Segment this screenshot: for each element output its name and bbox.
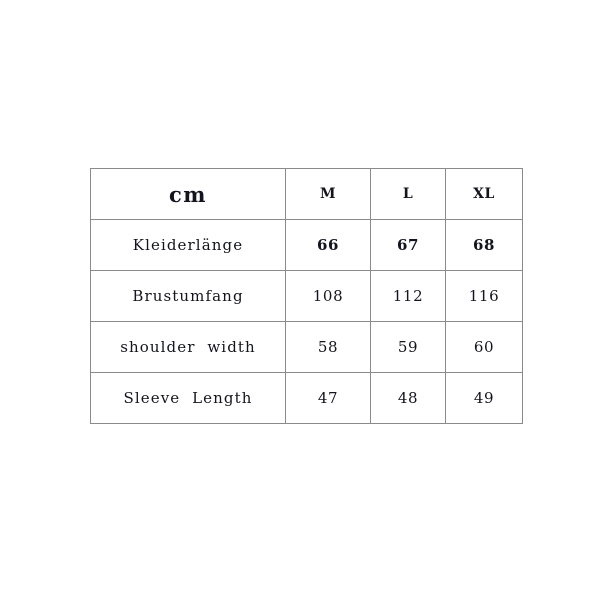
cell-brustumfang-l: 112 <box>370 270 446 322</box>
row-label-shoulder-width: shoulder width <box>90 321 286 373</box>
table-row: Kleiderlänge 66 67 68 <box>90 219 523 271</box>
cell-sleeve-length-xl: 49 <box>445 372 523 424</box>
header-size-xl: XL <box>445 168 523 220</box>
row-label-brustumfang: Brustumfang <box>90 270 286 322</box>
cell-sleeve-length-l: 48 <box>370 372 446 424</box>
cell-kleiderlange-xl: 68 <box>445 219 523 271</box>
header-size-l: L <box>370 168 446 220</box>
table-row: shoulder width 58 59 60 <box>90 321 523 373</box>
cell-sleeve-length-m: 47 <box>285 372 371 424</box>
size-chart-table: cm M L XL Kleiderlänge 66 67 68 Brustumf… <box>90 168 523 424</box>
cell-brustumfang-xl: 116 <box>445 270 523 322</box>
table-header-row: cm M L XL <box>90 168 523 220</box>
table-row: Sleeve Length 47 48 49 <box>90 372 523 424</box>
cell-kleiderlange-m: 66 <box>285 219 371 271</box>
row-label-sleeve-length: Sleeve Length <box>90 372 286 424</box>
header-size-m: M <box>285 168 371 220</box>
cell-kleiderlange-l: 67 <box>370 219 446 271</box>
table-row: Brustumfang 108 112 116 <box>90 270 523 322</box>
cell-shoulder-width-l: 59 <box>370 321 446 373</box>
cell-shoulder-width-xl: 60 <box>445 321 523 373</box>
size-chart-canvas: cm M L XL Kleiderlänge 66 67 68 Brustumf… <box>0 0 600 600</box>
cell-shoulder-width-m: 58 <box>285 321 371 373</box>
cell-brustumfang-m: 108 <box>285 270 371 322</box>
row-label-kleiderlange: Kleiderlänge <box>90 219 286 271</box>
header-unit-cell: cm <box>90 168 286 220</box>
